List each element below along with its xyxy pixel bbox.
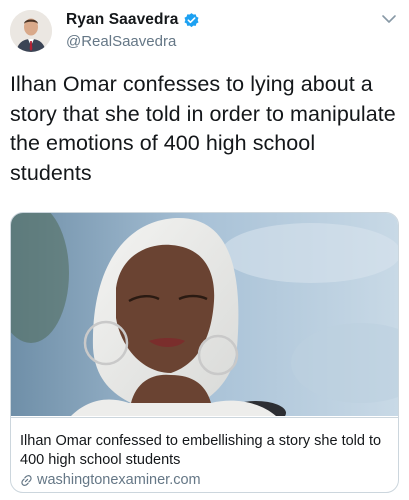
- author-handle[interactable]: @RealSaavedra: [66, 33, 200, 50]
- author-names: Ryan Saavedra @RealSaavedra: [66, 11, 200, 50]
- tweet-text: Ilhan Omar confesses to lying about a st…: [10, 72, 396, 185]
- tweet-header: Ryan Saavedra @RealSaavedra: [0, 0, 409, 60]
- avatar[interactable]: [10, 10, 52, 52]
- card-image: [11, 213, 398, 416]
- link-card[interactable]: Ilhan Omar confessed to embellishing a s…: [10, 212, 399, 493]
- link-icon: [20, 474, 33, 487]
- verified-badge-icon: [183, 12, 200, 29]
- card-domain-text: washingtonexaminer.com: [37, 472, 201, 488]
- card-body: Ilhan Omar confessed to embellishing a s…: [11, 417, 398, 492]
- card-domain[interactable]: washingtonexaminer.com: [20, 472, 201, 488]
- card-title[interactable]: Ilhan Omar confessed to embellishing a s…: [20, 432, 390, 470]
- chevron-down-icon[interactable]: [381, 12, 397, 24]
- author-display-name[interactable]: Ryan Saavedra: [66, 11, 178, 29]
